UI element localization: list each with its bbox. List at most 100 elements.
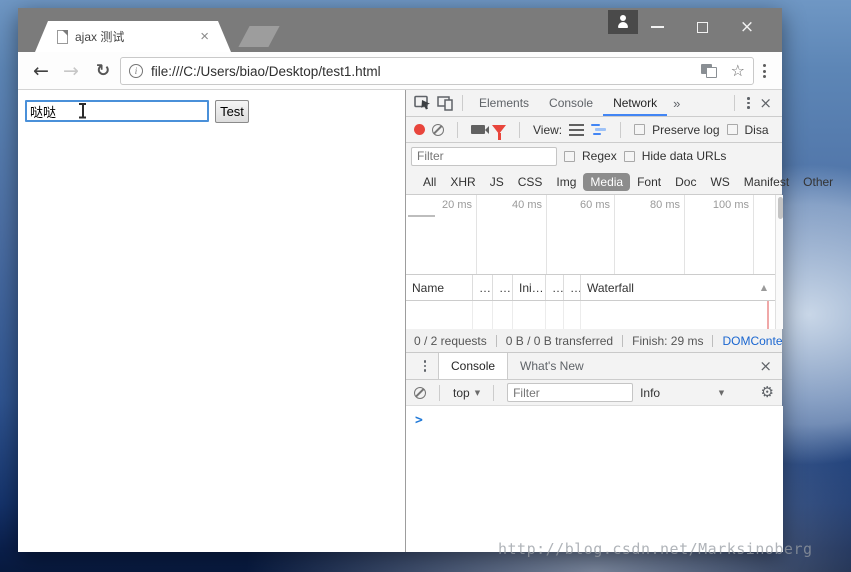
- tick-label: 80 ms: [622, 199, 680, 211]
- tab-elements[interactable]: Elements: [469, 90, 539, 116]
- transferred-size: 0 B / 0 B transferred: [506, 334, 613, 348]
- devtools-menu-icon[interactable]: [741, 95, 755, 111]
- person-icon: [615, 15, 631, 29]
- inspect-element-icon[interactable]: [412, 95, 434, 111]
- device-toolbar-icon[interactable]: [434, 96, 456, 111]
- console-settings-gear-icon[interactable]: ⚙: [761, 385, 774, 400]
- scrollbar-thumb[interactable]: [778, 197, 783, 219]
- divider: [620, 122, 621, 138]
- devtools-tabbar: Elements Console Network » ×: [406, 90, 782, 117]
- waterfall-label: Waterfall: [587, 281, 634, 295]
- hide-data-urls-label: Hide data URLs: [642, 149, 727, 163]
- sort-ascending-icon[interactable]: ▲: [761, 283, 767, 292]
- preserve-log-checkbox[interactable]: [634, 124, 645, 135]
- address-bar[interactable]: i file:///C:/Users/biao/Desktop/test1.ht…: [120, 57, 754, 85]
- titlebar[interactable]: ajax 测试 × ×: [18, 8, 782, 52]
- reload-button[interactable]: ↻: [90, 58, 116, 84]
- clear-console-icon[interactable]: [414, 387, 426, 399]
- divider: [734, 95, 735, 111]
- regex-checkbox[interactable]: [564, 151, 575, 162]
- filter-funnel-icon[interactable]: [492, 125, 506, 134]
- overview-scrubber[interactable]: [408, 215, 435, 217]
- type-filter-all[interactable]: All: [416, 173, 443, 191]
- hide-data-urls-checkbox[interactable]: [624, 151, 635, 162]
- gridline: [546, 195, 547, 274]
- log-level-select[interactable]: Info ▼: [640, 386, 724, 400]
- bookmark-star-icon[interactable]: ☆: [731, 63, 745, 79]
- test-button[interactable]: Test: [215, 100, 249, 123]
- drawer-tab-console[interactable]: Console: [438, 353, 508, 379]
- text-input[interactable]: [25, 100, 209, 122]
- browser-menu-button[interactable]: [756, 61, 772, 81]
- browser-toolbar: ← → ↻ i file:///C:/Users/biao/Desktop/te…: [18, 52, 782, 90]
- column-name[interactable]: Name: [406, 275, 473, 300]
- list-view-icon[interactable]: [569, 124, 584, 136]
- profile-avatar-button[interactable]: [608, 10, 638, 34]
- tick-label: 100 ms: [691, 199, 749, 211]
- new-tab-button[interactable]: [238, 26, 279, 47]
- drawer-menu-icon[interactable]: [418, 358, 432, 374]
- tab-close-icon[interactable]: ×: [200, 29, 209, 44]
- drawer-tab-whats-new[interactable]: What's New: [508, 353, 596, 379]
- drawer-close-icon[interactable]: ×: [755, 357, 776, 375]
- type-filter-media[interactable]: Media: [583, 173, 630, 191]
- clear-icon[interactable]: [432, 124, 444, 136]
- devtools-scrollbar[interactable]: [775, 195, 783, 329]
- divider: [493, 385, 494, 401]
- devtools-close-icon[interactable]: ×: [755, 94, 776, 112]
- console-prompt-chevron[interactable]: >: [415, 413, 423, 428]
- network-toolbar: View: Preserve log Disa: [406, 117, 782, 143]
- context-selector[interactable]: top ▼: [453, 386, 480, 400]
- context-label: top: [453, 386, 470, 400]
- column-initiator[interactable]: Ini…: [513, 275, 546, 300]
- finish-time: Finish: 29 ms: [632, 334, 703, 348]
- console-output[interactable]: >: [406, 406, 783, 552]
- tab-console[interactable]: Console: [539, 90, 603, 116]
- divider: [519, 122, 520, 138]
- maximize-button[interactable]: [685, 12, 719, 42]
- forward-button[interactable]: →: [58, 58, 84, 84]
- requests-table-body[interactable]: [406, 301, 775, 329]
- minimize-button[interactable]: [640, 12, 674, 42]
- network-filter-input[interactable]: [411, 147, 557, 166]
- chevron-down-icon: ▼: [719, 389, 724, 397]
- gridline: [684, 195, 685, 274]
- column-status[interactable]: …: [473, 275, 493, 300]
- capture-screenshots-icon[interactable]: [471, 125, 485, 134]
- type-filter-ws[interactable]: WS: [703, 173, 736, 191]
- type-filter-other[interactable]: Other: [796, 173, 840, 191]
- more-tabs-chevron[interactable]: »: [667, 96, 686, 111]
- record-button[interactable]: [414, 124, 425, 135]
- url-text[interactable]: file:///C:/Users/biao/Desktop/test1.html: [151, 64, 701, 79]
- type-filter-manifest[interactable]: Manifest: [737, 173, 796, 191]
- type-filter-font[interactable]: Font: [630, 173, 668, 191]
- desktop-wallpaper: ajax 测试 × × ← → ↻ i file:///C:/Users/bia…: [0, 0, 851, 572]
- overview-view-icon[interactable]: [591, 124, 607, 136]
- tab-network[interactable]: Network: [603, 90, 667, 116]
- type-filter-js[interactable]: JS: [483, 173, 511, 191]
- console-filter-input[interactable]: [507, 383, 633, 402]
- disable-cache-checkbox[interactable]: [727, 124, 738, 135]
- page-favicon-icon: [57, 30, 68, 44]
- domcontentloaded-marker: [767, 301, 769, 329]
- network-overview-timeline[interactable]: 20 ms 40 ms 60 ms 80 ms 100 ms: [406, 195, 775, 275]
- window-close-button[interactable]: ×: [730, 12, 764, 42]
- page-info-icon[interactable]: i: [129, 64, 143, 78]
- column-waterfall[interactable]: Waterfall ▲: [581, 275, 775, 300]
- type-filter-doc[interactable]: Doc: [668, 173, 703, 191]
- translate-icon[interactable]: [701, 64, 717, 78]
- column-size[interactable]: …: [546, 275, 564, 300]
- column-time[interactable]: …: [564, 275, 581, 300]
- column-type[interactable]: …: [493, 275, 513, 300]
- divider: [462, 95, 463, 111]
- requests-count: 0 / 2 requests: [414, 334, 487, 348]
- gridline: [614, 195, 615, 274]
- type-filter-css[interactable]: CSS: [511, 173, 550, 191]
- divider: [622, 335, 623, 347]
- back-button[interactable]: ←: [28, 58, 54, 84]
- browser-window: ajax 测试 × × ← → ↻ i file:///C:/Users/bia…: [18, 8, 782, 552]
- type-filter-img[interactable]: Img: [549, 173, 583, 191]
- browser-tab[interactable]: ajax 测试 ×: [35, 21, 231, 52]
- type-filter-xhr[interactable]: XHR: [443, 173, 482, 191]
- regex-label: Regex: [582, 149, 617, 163]
